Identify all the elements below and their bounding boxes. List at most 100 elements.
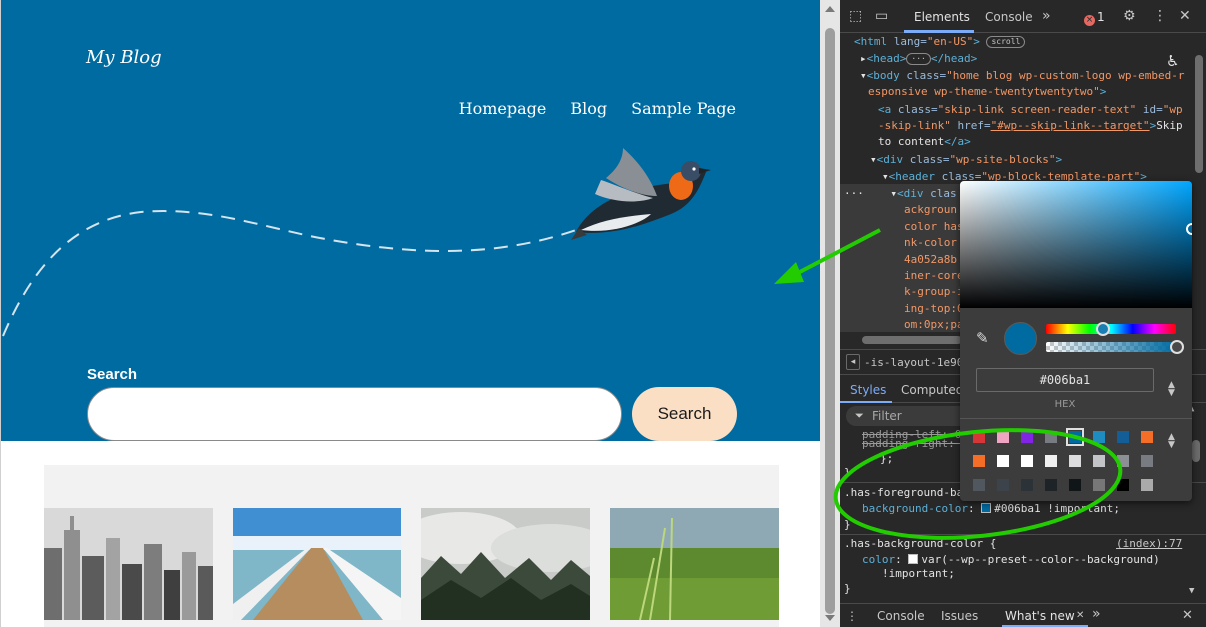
dom-node-html[interactable]: <html lang="en-US"> scroll [854,34,1026,50]
inspect-element-icon[interactable]: ⬚ [849,8,862,24]
dashed-flight-path [2,210,577,337]
close-tab-icon[interactable]: ✕ [1076,610,1084,621]
alpha-slider[interactable] [1046,342,1176,352]
post-thumbnail-grass[interactable] [610,508,779,620]
color-format-label: HEX [1054,399,1076,410]
error-count: 1 [1097,10,1105,24]
scrollbar-thumb[interactable] [862,336,962,344]
scrollbar-thumb[interactable] [825,28,835,614]
dom-node-selected-div[interactable]: ··· ▾<div clas [844,186,957,202]
more-options-icon[interactable]: ⋮ [1153,8,1167,24]
site-title[interactable]: My Blog [86,47,162,68]
post-thumbnail-forest[interactable] [421,508,590,620]
eyedropper-icon[interactable]: ✎ [976,329,989,347]
palette-swatch[interactable] [1045,479,1057,491]
styles-scroll-down-icon[interactable]: ▼ [1189,586,1194,596]
dom-node-skip-link[interactable]: <a class="skip-link screen-reader-text" … [878,102,1183,118]
tab-console[interactable]: Console [985,10,1033,24]
palette-swatch[interactable] [1021,479,1033,491]
more-tabs-icon[interactable]: » [1042,8,1051,24]
palette-swatch[interactable] [973,431,985,443]
more-tabs-icon[interactable]: » [1092,606,1101,622]
scrollbar-thumb[interactable] [1195,55,1203,173]
dom-tree-scrollbar[interactable] [1192,33,1206,333]
active-tab-indicator [904,30,974,33]
hue-slider[interactable] [1046,324,1176,334]
palette-swatch[interactable] [1117,431,1129,443]
saturation-value-area[interactable] [960,181,1192,308]
dom-node-site-blocks[interactable]: ▾<div class="wp-site-blocks"> [870,152,1062,168]
palette-swatch[interactable] [1069,479,1081,491]
palette-swatch[interactable] [1117,479,1129,491]
palette-swatch[interactable] [1069,455,1081,467]
nav-link-homepage[interactable]: Homepage [459,99,547,118]
saturation-handle[interactable] [1186,223,1192,235]
tab-elements[interactable]: Elements [914,10,970,24]
palette-swatch[interactable] [1045,431,1057,443]
site-header: My Blog Homepage Blog Sample Page Search… [1,0,820,441]
scroll-up-arrow-icon[interactable] [825,6,835,12]
palette-swatch[interactable] [1093,479,1105,491]
styles-scrollbar-thumb[interactable] [1192,440,1200,462]
post-thumbnail-pier[interactable] [233,508,401,620]
palette-swatch[interactable] [1021,431,1033,443]
error-count-badge[interactable]: × 1 [1084,10,1105,26]
palette-swatch[interactable] [1066,428,1084,446]
css-selector[interactable]: .has-foreground-ba [844,485,963,501]
search-button[interactable]: Search [632,387,737,441]
drawer-menu-icon[interactable]: ⋮ [846,609,858,623]
site-navigation: Homepage Blog Sample Page [459,99,736,118]
tab-computed[interactable]: Computed [901,383,963,397]
bird-icon [571,148,711,240]
palette-swatch[interactable] [1093,431,1105,443]
scroll-down-arrow-icon[interactable] [825,615,835,621]
alpha-slider-handle[interactable] [1170,340,1184,354]
close-drawer-icon[interactable]: ✕ [1182,608,1193,623]
scroll-badge[interactable]: scroll [986,36,1026,48]
palette-swatch[interactable] [1141,479,1153,491]
palette-swatch[interactable] [1117,455,1129,467]
css-selector[interactable]: .has-background-color { [844,536,996,552]
accessibility-icon[interactable]: ♿ [1166,52,1179,70]
palette-swatch[interactable] [973,455,985,467]
dom-node-skip-link-cont: -skip-link" href="#wp--skip-link--target… [878,119,1183,132]
palette-swatch[interactable] [997,431,1009,443]
palette-swatch[interactable] [973,479,985,491]
dom-fragment: ackgroun [904,203,957,216]
dom-node-body[interactable]: ▾<body class="home blog wp-custom-logo w… [860,68,1185,84]
palette-swatch[interactable] [997,479,1009,491]
css-source-link[interactable]: (index):77 [1116,536,1182,552]
ellipsis-badge[interactable]: ··· [906,53,931,65]
nav-link-sample-page[interactable]: Sample Page [631,99,736,118]
palette-swatch[interactable] [1093,455,1105,467]
dom-node-head[interactable]: ▸<head> ··· </head> [860,51,977,67]
close-devtools-icon[interactable]: ✕ [1179,8,1191,24]
drawer-tab-console[interactable]: Console [877,609,925,623]
palette-swatch[interactable] [997,455,1009,467]
palette-toggle-icon[interactable]: ▲ ▼ [1168,433,1175,450]
css-declaration-background-color[interactable]: background-color: #006ba1 !important; [862,501,1120,517]
breadcrumb-left-icon[interactable]: ◂ [846,354,860,370]
device-toolbar-icon[interactable]: ▭ [875,8,888,24]
search-input[interactable] [87,387,622,441]
error-icon: × [1084,15,1095,26]
color-swatch-icon[interactable] [908,554,919,564]
post-thumbnail-city[interactable] [44,508,213,620]
css-declaration-overridden[interactable]: padding-right: 0 [862,436,968,452]
nav-link-blog[interactable]: Blog [570,99,607,118]
palette-swatch[interactable] [1141,455,1153,467]
drawer-tab-issues[interactable]: Issues [941,609,978,623]
page-scrollbar[interactable] [820,0,840,627]
hue-slider-handle[interactable] [1096,322,1110,336]
tab-styles[interactable]: Styles [850,383,886,397]
css-brace: }; [880,452,894,465]
format-toggle-icon[interactable]: ▲ ▼ [1168,381,1175,398]
dom-fragment: 4a052a8b [904,253,957,266]
palette-swatch[interactable] [1141,431,1153,443]
settings-gear-icon[interactable]: ⚙ [1123,8,1136,24]
palette-swatch[interactable] [1045,455,1057,467]
drawer-tab-whats-new[interactable]: What's new [1005,609,1075,623]
palette-swatch[interactable] [1021,455,1033,467]
color-swatch-icon[interactable] [981,503,992,513]
hex-value-input[interactable]: #006ba1 [976,368,1154,392]
